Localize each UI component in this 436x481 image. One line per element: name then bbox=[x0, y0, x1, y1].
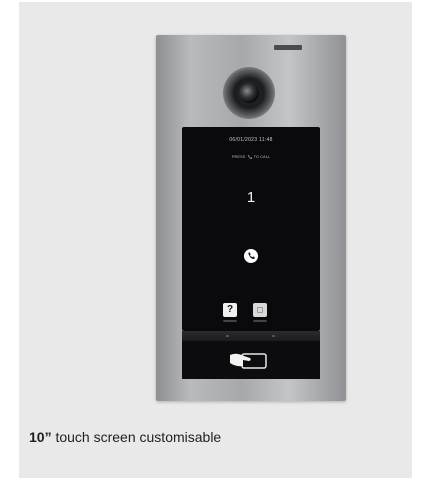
apps-glyph bbox=[257, 307, 263, 313]
touch-screen[interactable]: 06/01/2023 11:48 PRESS TO CALL 1 ? bbox=[182, 127, 320, 331]
phone-icon[interactable] bbox=[244, 249, 258, 263]
apartment-number: 1 bbox=[246, 189, 256, 206]
press-prefix: PRESS bbox=[231, 154, 246, 159]
question-icon[interactable]: ? bbox=[223, 303, 237, 317]
product-caption: 10” touch screen customisable bbox=[29, 429, 221, 445]
caption-text: touch screen customisable bbox=[51, 429, 222, 445]
intercom-panel: 06/01/2023 11:48 PRESS TO CALL 1 ? bbox=[156, 35, 346, 401]
press-to-call-label: PRESS TO CALL bbox=[182, 154, 320, 159]
product-photo: 06/01/2023 11:48 PRESS TO CALL 1 ? bbox=[19, 2, 412, 414]
help-button-caption bbox=[223, 320, 237, 322]
phone-small-icon bbox=[247, 155, 252, 159]
press-suffix: TO CALL bbox=[253, 154, 271, 159]
datetime-label: 06/01/2023 11:48 bbox=[229, 137, 273, 143]
apps-button-caption bbox=[253, 320, 267, 322]
brand-plate bbox=[274, 45, 302, 50]
card-reader bbox=[182, 341, 320, 379]
camera-icon bbox=[223, 67, 275, 119]
card-reader-icon bbox=[230, 353, 267, 369]
screen-size: 10” bbox=[29, 429, 52, 445]
apps-icon[interactable] bbox=[253, 303, 267, 317]
product-card: 06/01/2023 11:48 PRESS TO CALL 1 ? 10” t… bbox=[19, 2, 412, 478]
phone-glyph bbox=[248, 252, 255, 260]
screen-bottom-strip bbox=[182, 331, 320, 341]
indicator-dot bbox=[272, 335, 275, 337]
camera-lens bbox=[239, 83, 259, 103]
indicator-dot bbox=[226, 335, 229, 337]
